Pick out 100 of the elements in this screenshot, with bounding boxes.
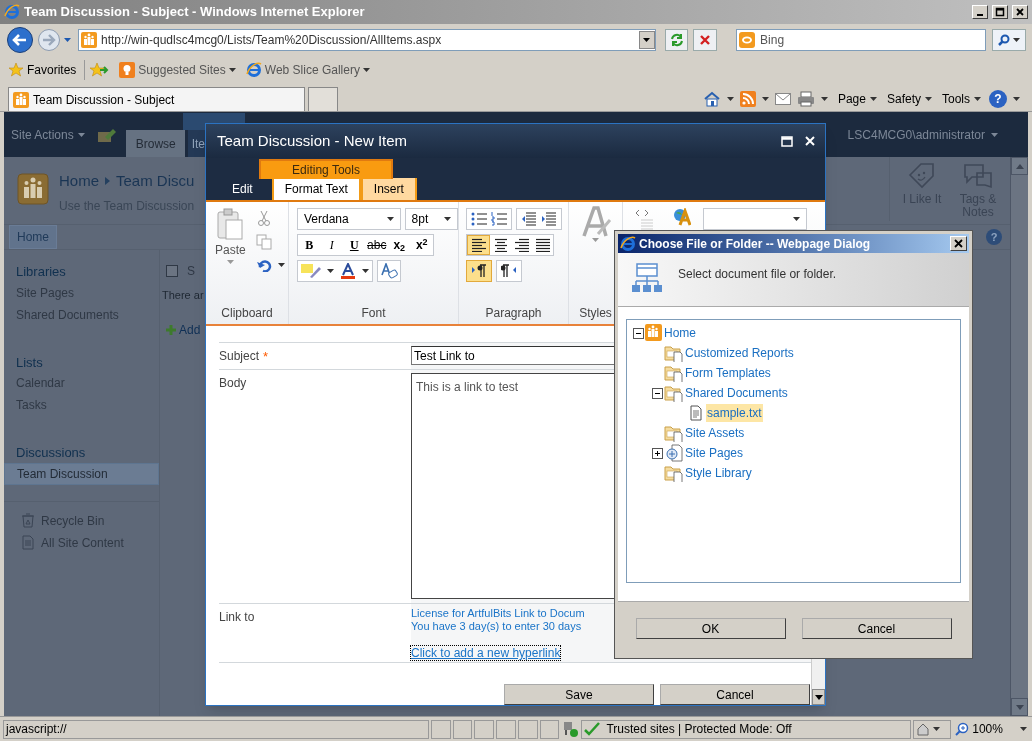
caret-icon[interactable] [277, 263, 285, 267]
dialog-button[interactable]: Save [504, 684, 654, 705]
favorites-button[interactable]: Favorites [8, 61, 77, 79]
favorites-link[interactable]: Suggested Sites [119, 61, 236, 79]
caret-icon[interactable] [327, 269, 334, 273]
caret-icon[interactable] [726, 97, 734, 101]
maximize-button[interactable] [992, 5, 1008, 19]
caret-icon[interactable] [869, 97, 877, 101]
search-button[interactable] [992, 29, 1026, 51]
stop-button[interactable] [693, 29, 718, 51]
maximize-button[interactable] [781, 134, 795, 148]
address-field[interactable]: http://win-qudlsc4mcg0/Lists/Team%20Discussion/AllItems.aspx [78, 29, 656, 51]
user-menu[interactable]: LSC4MCG0\administrator [847, 112, 1028, 157]
home-icon[interactable] [702, 91, 721, 107]
minimize-icon [975, 14, 985, 16]
ribbon-tab[interactable]: Browse [125, 130, 185, 157]
align-left-button[interactable] [467, 235, 490, 255]
caret-icon[interactable] [1013, 38, 1021, 42]
browser-tab[interactable]: Team Discussion - Subject [8, 87, 305, 111]
feed-icon[interactable] [739, 91, 756, 107]
command-menu[interactable]: Page [837, 90, 877, 108]
tree-item[interactable]: Home [663, 324, 697, 342]
minimize-button[interactable] [972, 5, 988, 19]
refresh-button[interactable] [664, 29, 689, 51]
ltr-direction-button[interactable] [466, 260, 492, 282]
help-button[interactable]: ? [989, 90, 1007, 108]
tree-item[interactable]: Style Library [684, 464, 753, 482]
paste-button[interactable]: Paste [215, 208, 246, 272]
numbered-list-icon[interactable] [491, 212, 507, 226]
caret-icon[interactable] [925, 97, 932, 101]
close-button[interactable] [1012, 5, 1028, 19]
add-hyperlink-link[interactable]: Click to add a new hyperlink [411, 646, 561, 660]
zone-icon[interactable] [916, 722, 931, 736]
tree-item[interactable]: Customized Reports [684, 344, 795, 362]
command-menu[interactable]: Tools [942, 90, 981, 108]
print-icon[interactable] [796, 91, 815, 107]
caret-icon[interactable] [643, 38, 651, 42]
highlight-icon[interactable] [301, 264, 321, 278]
caret-icon[interactable] [362, 68, 370, 72]
help-button[interactable]: ? [986, 229, 1002, 245]
favorites-link[interactable]: Web Slice Gallery [245, 61, 370, 79]
search-input[interactable]: Bing [760, 31, 986, 49]
dialog-button[interactable]: Cancel [660, 684, 810, 705]
collapse-icon[interactable] [633, 327, 644, 339]
clear-format-icon[interactable] [380, 263, 398, 279]
ribbon-tab[interactable]: Edit [221, 178, 264, 200]
maximize-icon [781, 135, 793, 147]
caret-icon[interactable] [761, 97, 769, 101]
back-icon[interactable] [6, 26, 34, 54]
bullet-list-icon[interactable] [471, 212, 487, 226]
security-zone[interactable]: Trusted sites | Protected Mode: Off [581, 719, 912, 739]
decrease-indent-icon[interactable] [521, 212, 537, 226]
tree-item[interactable]: Site Pages [684, 444, 745, 462]
language-icon[interactable] [673, 208, 691, 226]
ribbon-tab[interactable]: Insert [360, 178, 417, 200]
undo-icon[interactable] [255, 258, 272, 272]
caret-icon[interactable] [228, 68, 236, 72]
caret-icon[interactable] [362, 269, 369, 273]
caret-icon[interactable] [444, 217, 451, 221]
markup-icon[interactable] [635, 208, 655, 230]
caret-icon[interactable] [933, 727, 941, 731]
checkbox[interactable] [166, 265, 178, 277]
expand-icon[interactable] [652, 447, 663, 459]
command-menu[interactable]: Safety [886, 90, 932, 108]
privacy-icon[interactable] [561, 721, 580, 737]
font-size-dropdown[interactable]: 8pt [404, 208, 458, 230]
ribbon-tab[interactable]: Format Text [271, 178, 361, 200]
dropdown-button[interactable] [638, 31, 655, 49]
zoom-button[interactable]: 100% [953, 720, 1029, 738]
caret-icon[interactable] [386, 217, 394, 221]
tree-item[interactable]: sample.txt [706, 404, 763, 422]
site-actions-menu[interactable]: Site Actions [4, 112, 85, 157]
tree-item[interactable]: Site Assets [684, 424, 746, 442]
scroll-down-icon[interactable] [814, 694, 823, 700]
format-button[interactable]: x$_{2}$ [388, 235, 411, 255]
format-button[interactable]: abc [365, 235, 388, 255]
edit-page-icon[interactable] [96, 127, 117, 143]
close-button[interactable] [950, 236, 967, 251]
new-tab-button[interactable] [308, 87, 338, 111]
font-name-dropdown[interactable]: Verdana [297, 208, 401, 230]
caret-icon[interactable] [974, 97, 981, 101]
nav-link[interactable]: Team Discussion [4, 462, 159, 485]
caret-icon[interactable] [1019, 727, 1027, 731]
rtl-direction-button[interactable] [496, 260, 522, 282]
caret-icon[interactable] [793, 217, 800, 221]
format-button[interactable]: U [343, 235, 366, 255]
dialog-button[interactable]: Cancel [801, 618, 952, 639]
dialog-button[interactable]: OK [635, 618, 786, 639]
tree-item[interactable]: Shared Documents [684, 384, 789, 402]
caret-icon[interactable] [1013, 97, 1020, 101]
collapse-icon[interactable] [652, 387, 663, 399]
increase-indent-icon[interactable] [541, 212, 557, 226]
close-button[interactable] [805, 135, 817, 147]
format-button[interactable]: B [298, 235, 321, 255]
search-field[interactable]: Bing [736, 29, 987, 51]
caret-icon[interactable] [820, 97, 828, 101]
format-button[interactable]: I [320, 235, 343, 255]
mail-icon[interactable] [774, 93, 791, 105]
font-color-icon[interactable] [340, 263, 356, 279]
format-button[interactable]: x$^{2}$ [410, 235, 433, 255]
